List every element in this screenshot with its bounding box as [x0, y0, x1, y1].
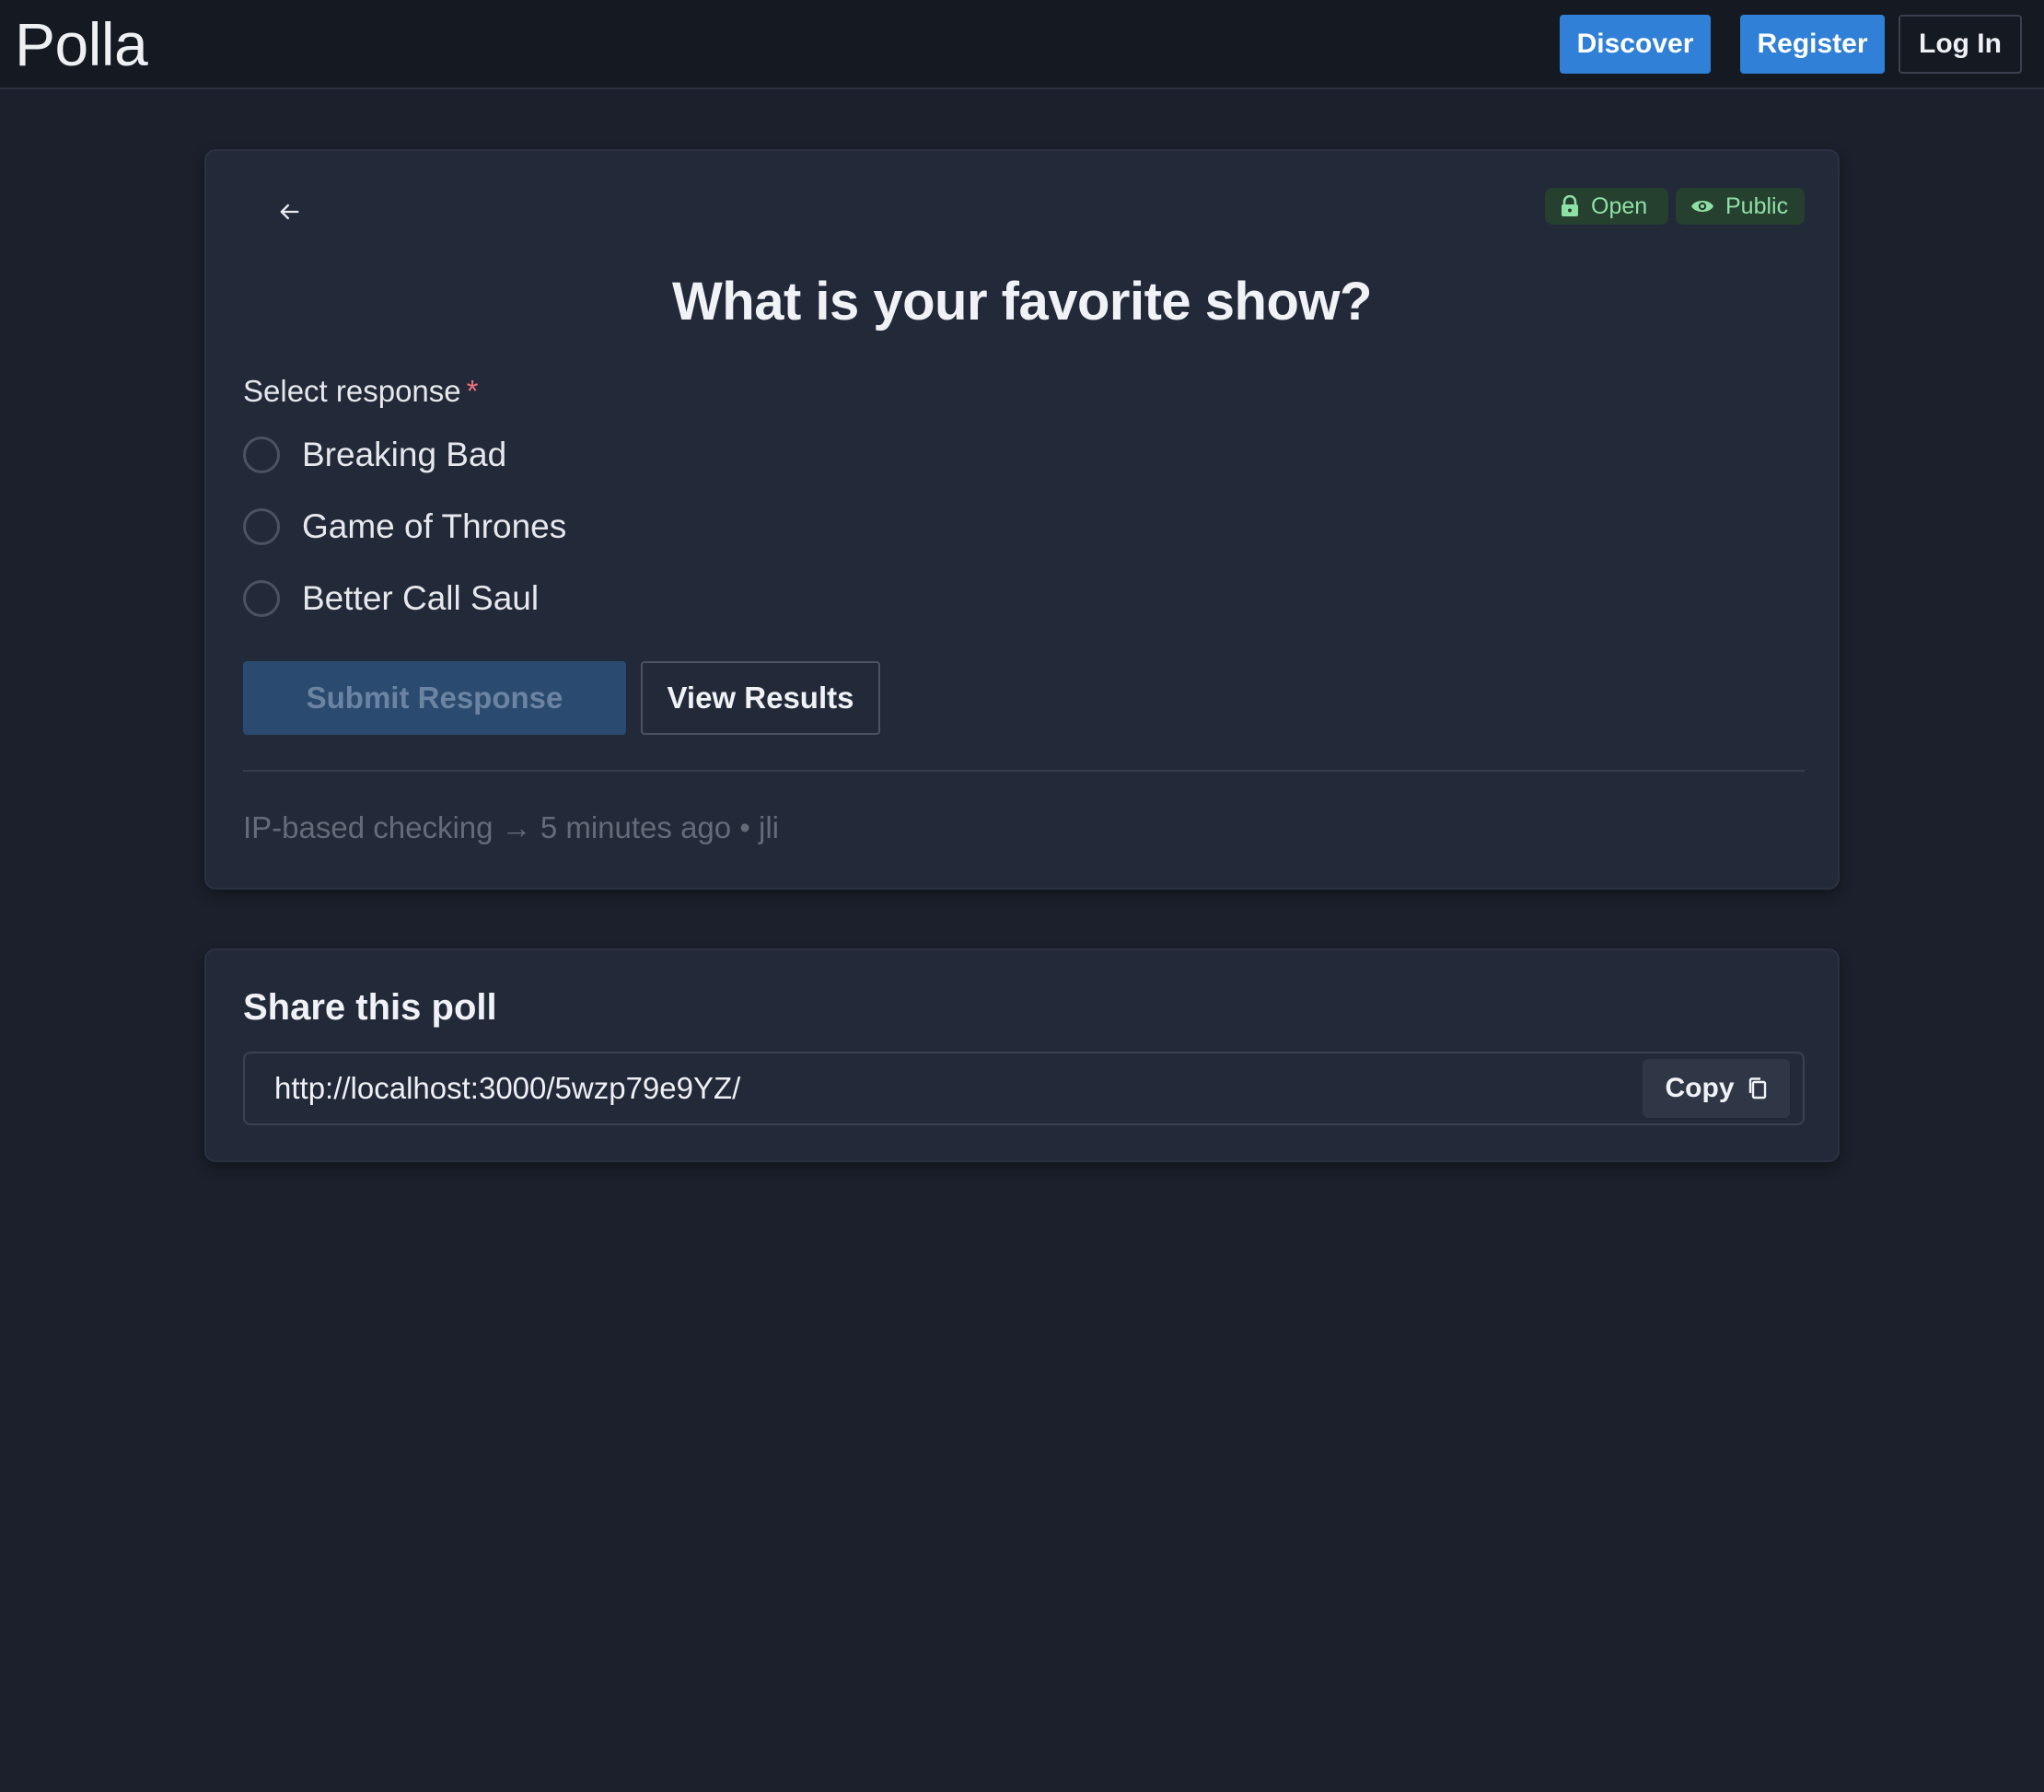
visibility-badge-public: Public: [1676, 188, 1805, 225]
select-response-label: Select response *: [243, 374, 478, 409]
view-results-button[interactable]: View Results: [641, 661, 880, 735]
copy-icon: [1748, 1077, 1766, 1100]
required-marker: *: [466, 374, 479, 408]
copy-button-label: Copy: [1665, 1073, 1735, 1103]
status-badge-open: Open: [1545, 188, 1668, 225]
top-nav-bar: Polla Discover Register Log In: [0, 0, 2044, 89]
share-card: Share this poll http://localhost:3000/5w…: [204, 948, 1840, 1162]
login-button[interactable]: Log In: [1899, 15, 2022, 74]
divider: [243, 770, 1805, 772]
radio-button[interactable]: [243, 508, 280, 545]
arrow-left-icon: [280, 204, 299, 220]
option-game-of-thrones[interactable]: Game of Thrones: [243, 499, 566, 554]
option-label: Better Call Saul: [302, 579, 540, 617]
discover-button[interactable]: Discover: [1560, 15, 1711, 74]
option-label: Breaking Bad: [302, 436, 507, 473]
copy-button[interactable]: Copy: [1643, 1059, 1790, 1118]
share-title: Share this poll: [243, 987, 497, 1028]
option-breaking-bad[interactable]: Breaking Bad: [243, 427, 506, 483]
option-label: Game of Thrones: [302, 507, 567, 545]
share-url-text[interactable]: http://localhost:3000/5wzp79e9YZ/: [274, 1053, 740, 1123]
eye-icon: [1691, 201, 1713, 212]
select-response-text: Select response: [243, 374, 461, 408]
poll-card: Open Public What is your favorite show? …: [204, 149, 1840, 890]
back-button[interactable]: [263, 186, 315, 238]
poll-question: What is your favorite show?: [672, 272, 1372, 332]
app-logo[interactable]: Polla: [15, 7, 148, 81]
visibility-badge-label: Public: [1725, 192, 1789, 219]
register-button[interactable]: Register: [1740, 15, 1885, 74]
share-url-field[interactable]: http://localhost:3000/5wzp79e9YZ/ Copy: [243, 1052, 1805, 1125]
lock-icon: [1562, 195, 1578, 216]
status-badge-label: Open: [1591, 192, 1648, 219]
poll-meta-info: IP-based checking → 5 minutes ago • jli: [243, 810, 780, 844]
submit-response-button[interactable]: Submit Response: [243, 661, 626, 735]
radio-button[interactable]: [243, 580, 280, 617]
option-better-call-saul[interactable]: Better Call Saul: [243, 571, 539, 626]
radio-button[interactable]: [243, 436, 280, 473]
